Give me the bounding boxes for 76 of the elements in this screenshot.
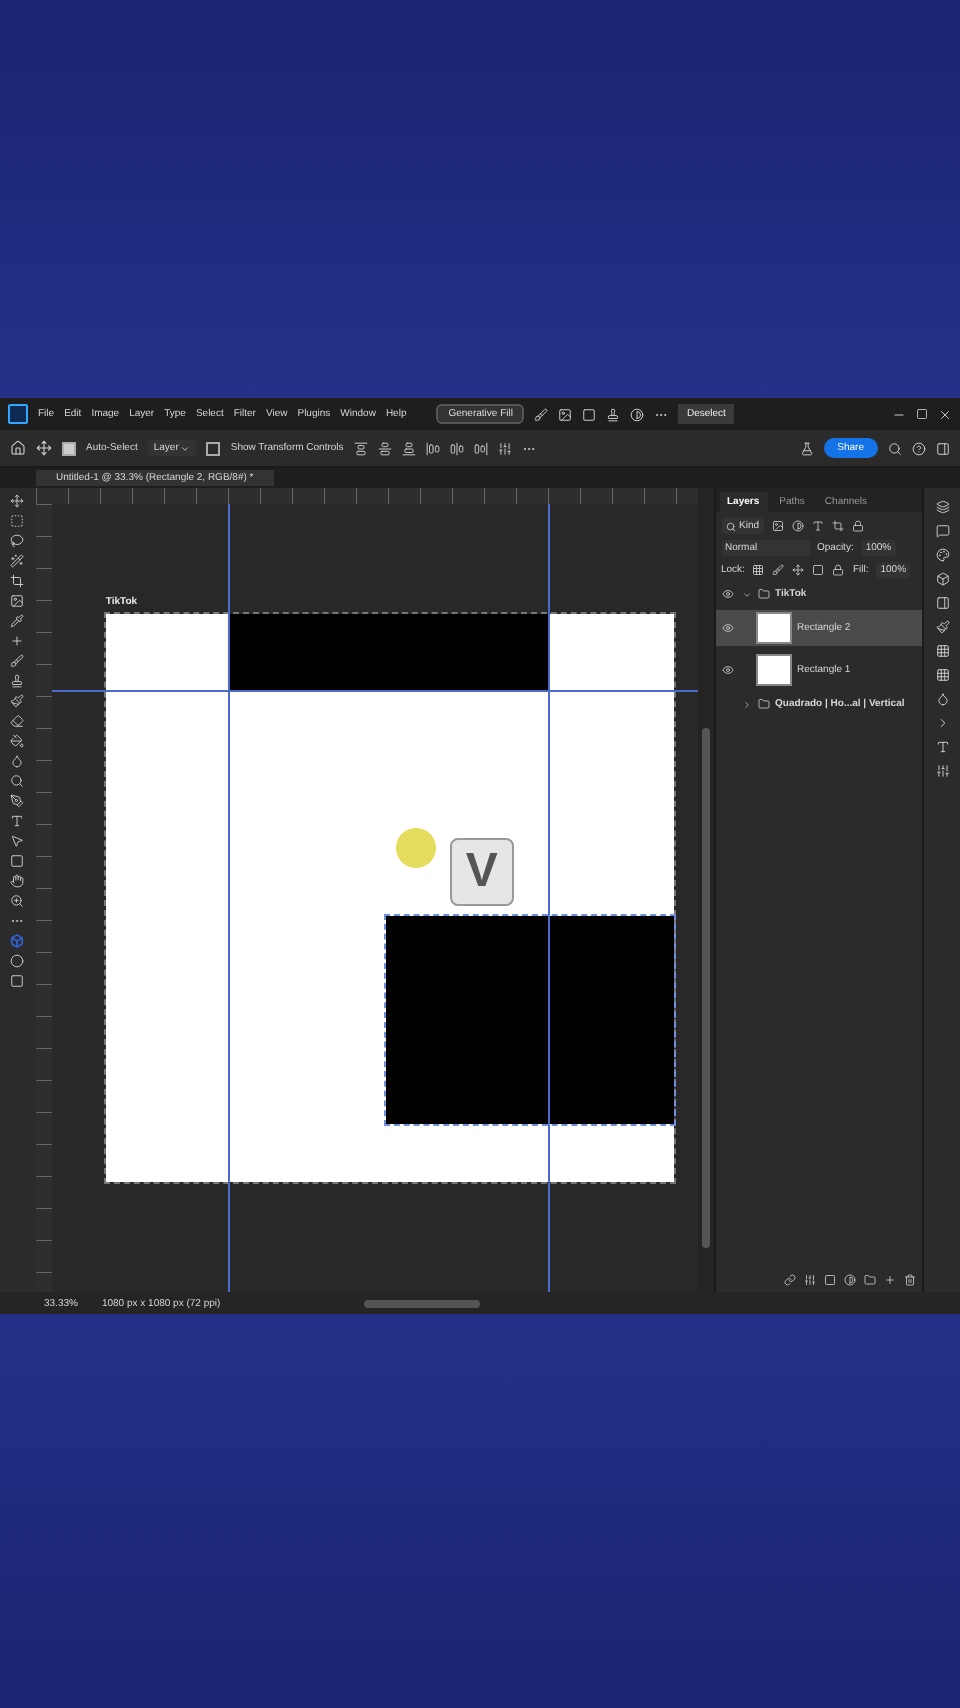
screen-mode-icon[interactable]: [10, 974, 25, 988]
cube-icon[interactable]: [935, 572, 950, 586]
add-icon[interactable]: [884, 1274, 897, 1286]
checkbox[interactable]: [206, 441, 221, 455]
lock-icon[interactable]: [851, 520, 864, 532]
layer-thumbnail: [755, 612, 791, 644]
move-icon[interactable]: [10, 494, 25, 508]
folder-icon: [757, 588, 769, 600]
app-logo: [8, 404, 28, 424]
image-icon[interactable]: [771, 520, 784, 532]
brush-icon[interactable]: [10, 654, 25, 668]
sliders-icon[interactable]: [935, 764, 950, 778]
type-icon[interactable]: [935, 740, 950, 754]
history-brush-icon[interactable]: [10, 694, 25, 708]
type-icon[interactable]: [811, 520, 824, 532]
pointer-icon[interactable]: [10, 834, 25, 848]
flask-icon[interactable]: [799, 441, 814, 455]
comment-icon[interactable]: [935, 524, 950, 538]
checkbox[interactable]: [62, 441, 76, 455]
panel-icon[interactable]: [936, 441, 950, 455]
grid-icon[interactable]: [752, 564, 765, 576]
trash-icon[interactable]: [904, 1274, 917, 1286]
folder-icon[interactable]: [864, 1274, 877, 1286]
scrollbar-thumb[interactable]: [364, 1299, 481, 1307]
adjustment-icon[interactable]: [844, 1274, 857, 1286]
caret-icon[interactable]: [741, 699, 751, 709]
stamp-icon[interactable]: [10, 674, 25, 688]
align-center-icon[interactable]: [449, 441, 464, 455]
type-icon[interactable]: [10, 814, 25, 828]
align-right-icon[interactable]: [473, 441, 488, 455]
link-icon[interactable]: [784, 1274, 797, 1286]
image-icon[interactable]: [558, 407, 573, 421]
layer-thumbnail: [755, 654, 791, 686]
eye-icon[interactable]: [721, 622, 733, 634]
palette-icon[interactable]: [935, 548, 950, 562]
zoom-icon[interactable]: [10, 894, 25, 908]
folder-icon: [757, 698, 769, 710]
eyedropper-icon[interactable]: [10, 614, 25, 628]
caret-icon: [180, 443, 191, 453]
eye-icon[interactable]: [721, 664, 733, 676]
droplet-icon[interactable]: [935, 692, 950, 706]
caret-icon[interactable]: [741, 589, 751, 599]
align-left-icon[interactable]: [425, 441, 440, 455]
adjustment-icon[interactable]: [791, 520, 804, 532]
scrollbar-thumb[interactable]: [701, 728, 710, 1248]
maximize-icon[interactable]: [916, 408, 928, 420]
blur-icon[interactable]: [10, 754, 25, 768]
eraser-icon[interactable]: [10, 714, 25, 728]
search-icon[interactable]: [888, 441, 902, 455]
square-icon[interactable]: [582, 407, 597, 421]
align-bottom-icon[interactable]: [401, 441, 416, 455]
pen-icon[interactable]: [10, 794, 25, 808]
align-middle-icon[interactable]: [377, 441, 392, 455]
key-overlay: V: [449, 838, 514, 906]
hand-icon[interactable]: [10, 874, 25, 888]
layers-icon[interactable]: [935, 500, 950, 514]
crop-icon[interactable]: [10, 574, 25, 588]
align-top-icon[interactable]: [353, 441, 368, 455]
brush-icon[interactable]: [935, 620, 950, 634]
quick-mask-icon[interactable]: [10, 954, 25, 968]
panel-icon[interactable]: [935, 596, 950, 610]
home-icon[interactable]: [10, 440, 26, 456]
eye-icon[interactable]: [721, 588, 733, 600]
search-icon: [725, 521, 735, 531]
help-icon[interactable]: [912, 441, 926, 455]
contrast-icon[interactable]: [630, 407, 645, 421]
brush-icon[interactable]: [772, 564, 785, 576]
wand-icon[interactable]: [10, 554, 25, 568]
lock-icon[interactable]: [832, 564, 845, 576]
move-icon[interactable]: [36, 440, 52, 456]
close-icon[interactable]: [938, 407, 952, 421]
grid-icon[interactable]: [935, 644, 950, 658]
move-icon[interactable]: [792, 564, 805, 576]
brush-icon[interactable]: [534, 407, 549, 421]
stamp-icon[interactable]: [606, 407, 621, 421]
lasso-icon[interactable]: [10, 534, 25, 548]
